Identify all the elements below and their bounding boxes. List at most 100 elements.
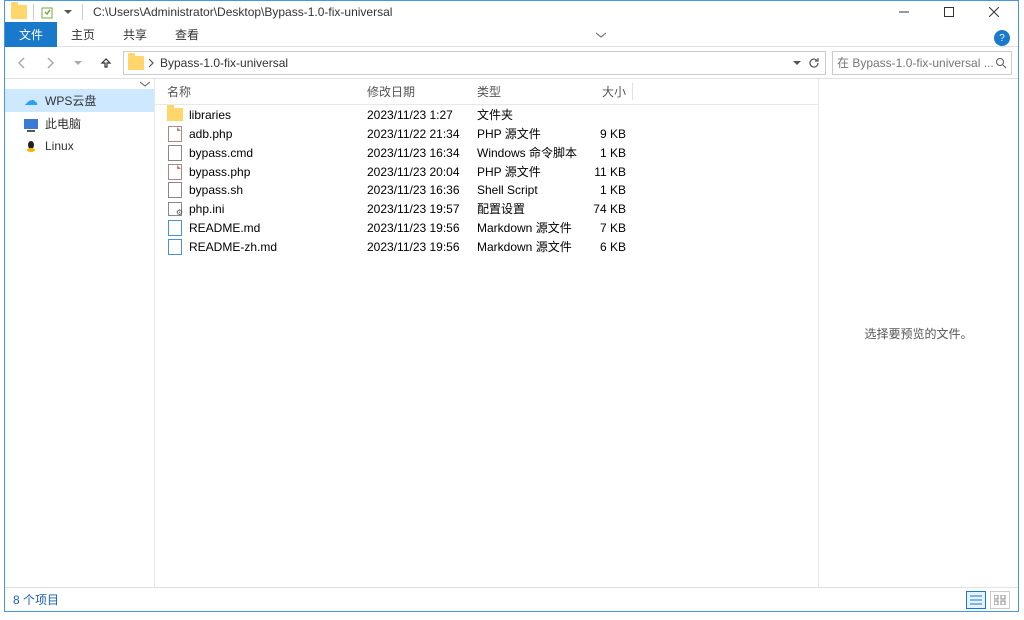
ribbon-tab-home[interactable]: 主页	[57, 22, 109, 47]
file-list[interactable]: 名称 修改日期 类型 大小 libraries 2023/11/23 1:27文件…	[155, 79, 818, 587]
file-date: 2023/11/23 16:36	[367, 183, 477, 197]
item-count: 8 个项目	[13, 591, 59, 608]
statusbar: 8 个项目	[5, 587, 1018, 611]
file-row[interactable]: bypass.cmd 2023/11/23 16:34Windows 命令脚本1 …	[155, 143, 818, 162]
file-date: 2023/11/23 1:27	[367, 108, 477, 122]
nav-up-button[interactable]	[95, 52, 117, 74]
list-area: 名称 修改日期 类型 大小 libraries 2023/11/23 1:27文件…	[155, 79, 1018, 587]
maximize-button[interactable]	[926, 1, 971, 23]
file-size: 7 KB	[582, 221, 632, 235]
file-size: 74 KB	[582, 202, 632, 216]
file-type: Shell Script	[477, 183, 582, 197]
close-button[interactable]	[971, 1, 1016, 23]
nav-recent-dropdown[interactable]	[67, 52, 89, 74]
search-icon	[995, 57, 1007, 69]
search-box[interactable]: 在 Bypass-1.0-fix-universal ...	[832, 51, 1012, 75]
file-date: 2023/11/23 19:57	[367, 202, 477, 216]
nav-item-this-pc[interactable]: 此电脑	[5, 112, 154, 135]
file-type: Windows 命令脚本	[477, 144, 582, 161]
file-name: bypass.sh	[189, 183, 243, 197]
file-type: PHP 源文件	[477, 163, 582, 180]
navpane-collapse-icon[interactable]	[140, 79, 150, 89]
folder-icon	[167, 108, 183, 121]
address-dropdown-icon[interactable]	[793, 59, 801, 67]
nav-item-label: 此电脑	[45, 115, 81, 132]
file-name: bypass.cmd	[189, 146, 253, 160]
preview-pane: 选择要预览的文件。	[818, 79, 1018, 587]
ribbon-tabs: 文件 主页 共享 查看 ?	[5, 23, 1018, 47]
address-chevron-icon[interactable]	[148, 58, 154, 68]
qat-properties-icon[interactable]	[40, 4, 56, 20]
file-size: 1 KB	[582, 146, 632, 160]
file-name: adb.php	[189, 127, 232, 141]
search-placeholder: 在 Bypass-1.0-fix-universal ...	[837, 54, 994, 71]
file-type: Markdown 源文件	[477, 219, 582, 236]
column-header-size[interactable]: 大小	[582, 83, 632, 100]
content-area: ☁ WPS云盘 此电脑 Linux 名称 修改日期 类型 大小	[5, 79, 1018, 587]
file-row[interactable]: adb.php 2023/11/22 21:34PHP 源文件9 KB	[155, 124, 818, 143]
file-row[interactable]: bypass.php 2023/11/23 20:04PHP 源文件11 KB	[155, 162, 818, 181]
ini-file-icon	[168, 202, 182, 216]
file-size: 6 KB	[582, 240, 632, 254]
column-header-date[interactable]: 修改日期	[367, 83, 477, 100]
address-bar[interactable]: Bypass-1.0-fix-universal	[123, 51, 826, 75]
column-separator[interactable]	[632, 83, 633, 100]
ribbon-tab-view[interactable]: 查看	[161, 22, 213, 47]
qat-separator	[33, 4, 34, 20]
window-folder-icon	[11, 5, 27, 19]
markdown-file-icon	[168, 239, 182, 255]
nav-item-linux[interactable]: Linux	[5, 135, 154, 157]
qat-dropdown-icon[interactable]	[60, 4, 76, 20]
markdown-file-icon	[168, 220, 182, 236]
qat-separator-2	[82, 4, 83, 20]
file-type: Markdown 源文件	[477, 238, 582, 255]
help-icon[interactable]: ?	[994, 30, 1010, 46]
column-headers: 名称 修改日期 类型 大小	[155, 79, 818, 105]
linux-icon	[23, 138, 39, 154]
file-name: php.ini	[189, 202, 224, 216]
nav-item-label: Linux	[45, 139, 74, 153]
shell-file-icon	[168, 182, 182, 198]
nav-item-wps-cloud[interactable]: ☁ WPS云盘	[5, 89, 154, 112]
ribbon-tab-share[interactable]: 共享	[109, 22, 161, 47]
breadcrumb-segment[interactable]: Bypass-1.0-fix-universal	[158, 56, 290, 70]
nav-back-button[interactable]	[11, 52, 33, 74]
nav-forward-button[interactable]	[39, 52, 61, 74]
pc-icon	[23, 116, 39, 132]
file-type: 文件夹	[477, 106, 582, 123]
file-date: 2023/11/23 19:56	[367, 221, 477, 235]
file-row[interactable]: php.ini 2023/11/23 19:57配置设置74 KB	[155, 199, 818, 218]
ribbon-collapse-icon[interactable]	[596, 30, 606, 40]
explorer-window: C:\Users\Administrator\Desktop\Bypass-1.…	[4, 0, 1019, 612]
file-row[interactable]: libraries 2023/11/23 1:27文件夹	[155, 105, 818, 124]
file-name: README-zh.md	[189, 240, 277, 254]
nav-item-label: WPS云盘	[45, 92, 96, 109]
file-name: bypass.php	[189, 165, 250, 179]
php-file-icon	[168, 126, 182, 142]
navigation-bar: Bypass-1.0-fix-universal 在 Bypass-1.0-fi…	[5, 47, 1018, 79]
file-size: 1 KB	[582, 183, 632, 197]
file-type: 配置设置	[477, 200, 582, 217]
file-date: 2023/11/22 21:34	[367, 127, 477, 141]
file-size: 9 KB	[582, 127, 632, 141]
minimize-button[interactable]	[881, 1, 926, 23]
file-date: 2023/11/23 16:34	[367, 146, 477, 160]
view-details-button[interactable]	[966, 591, 986, 609]
php-file-icon	[168, 164, 182, 180]
column-header-name[interactable]: 名称	[167, 83, 367, 100]
view-large-icons-button[interactable]	[990, 591, 1010, 609]
file-size: 11 KB	[582, 165, 632, 179]
file-name: libraries	[189, 108, 231, 122]
refresh-button[interactable]	[807, 56, 821, 70]
column-header-type[interactable]: 类型	[477, 83, 582, 100]
ribbon-tab-file[interactable]: 文件	[5, 22, 57, 47]
address-folder-icon	[128, 56, 144, 70]
preview-hint: 选择要预览的文件。	[864, 325, 972, 342]
file-row[interactable]: bypass.sh 2023/11/23 16:36Shell Script1 K…	[155, 181, 818, 199]
file-row[interactable]: README.md 2023/11/23 19:56Markdown 源文件7 K…	[155, 218, 818, 237]
titlebar: C:\Users\Administrator\Desktop\Bypass-1.…	[5, 1, 1018, 23]
file-name: README.md	[189, 221, 260, 235]
file-date: 2023/11/23 20:04	[367, 165, 477, 179]
file-row[interactable]: README-zh.md2023/11/23 19:56Markdown 源文件…	[155, 237, 818, 256]
file-type: PHP 源文件	[477, 125, 582, 142]
